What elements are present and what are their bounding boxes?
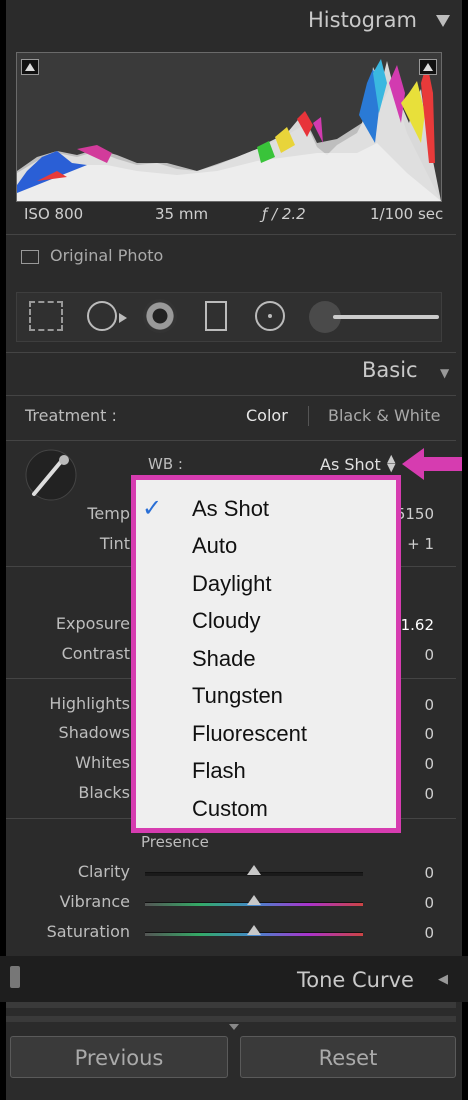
contrast-label: Contrast (61, 644, 130, 663)
graduated-filter-icon[interactable] (205, 301, 227, 331)
wb-dropdown[interactable]: As Shot (320, 455, 381, 474)
previous-button[interactable]: Previous (10, 1036, 228, 1078)
wb-menu-item-cloudy[interactable]: Cloudy (192, 608, 260, 634)
slider-knob[interactable] (247, 925, 261, 935)
shadow-clipping-icon[interactable] (21, 59, 39, 75)
divider (6, 352, 456, 353)
presence-label: Presence (141, 833, 209, 851)
exposure-label: Exposure (55, 614, 130, 633)
temp-label: Temp (87, 504, 130, 523)
tone-curve-title[interactable]: Tone Curve (297, 968, 414, 992)
tint-label: Tint (99, 534, 130, 553)
dropdown-arrows-icon[interactable]: ▲ ▼ (387, 453, 395, 473)
spot-removal-icon[interactable] (87, 301, 117, 331)
histogram-curve (17, 59, 441, 201)
vibrance-slider[interactable] (145, 895, 363, 906)
wb-label: WB : (148, 455, 183, 473)
wb-menu-item-flash[interactable]: Flash (192, 758, 246, 784)
reset-button[interactable]: Reset (240, 1036, 456, 1078)
treatment-color-option[interactable]: Color (246, 406, 288, 425)
divider (308, 406, 309, 426)
focal-length-value: 35 mm (155, 205, 209, 223)
spot-arrow-icon (119, 313, 127, 323)
divider (6, 234, 456, 235)
wb-menu-item-auto[interactable]: Auto (192, 533, 237, 559)
clarity-slider[interactable] (145, 865, 363, 876)
divider (6, 1002, 456, 1008)
saturation-value[interactable]: 0 (394, 924, 434, 942)
iso-value: ISO 800 (24, 205, 84, 223)
saturation-slider[interactable] (145, 925, 363, 936)
wb-menu-item-daylight[interactable]: Daylight (192, 571, 271, 597)
collapse-triangle-icon[interactable]: ▼ (440, 366, 449, 380)
blacks-label: Blacks (78, 783, 130, 802)
collapse-triangle-icon[interactable] (229, 1024, 239, 1030)
wb-menu-item-shade[interactable]: Shade (192, 646, 256, 672)
saturation-label: Saturation (46, 922, 130, 941)
brush-slider[interactable] (333, 315, 439, 319)
divider (6, 395, 456, 396)
slider-knob[interactable] (247, 895, 261, 905)
checkmark-icon: ✓ (142, 494, 163, 522)
crop-tool-icon[interactable] (29, 301, 63, 331)
histogram-graph (16, 52, 442, 202)
wb-menu-item-as-shot[interactable]: As Shot (192, 496, 269, 522)
original-photo-checkbox[interactable] (21, 250, 39, 264)
clarity-label: Clarity (77, 862, 130, 881)
wb-menu-item-fluorescent[interactable]: Fluorescent (192, 721, 307, 747)
original-photo-label: Original Photo (50, 246, 164, 265)
shutter-speed-value: 1/100 sec (370, 205, 444, 223)
vibrance-value[interactable]: 0 (394, 894, 434, 912)
whites-label: Whites (75, 753, 130, 772)
divider (6, 440, 456, 441)
panel-toggle-icon[interactable] (10, 966, 20, 988)
wb-menu-item-tungsten[interactable]: Tungsten (192, 683, 283, 709)
histogram-title[interactable]: Histogram (308, 8, 417, 32)
slider-knob[interactable] (247, 865, 261, 875)
shadows-label: Shadows (58, 723, 130, 742)
callout-arrow-icon (402, 448, 462, 480)
aperture-value: ƒ / 2.2 (262, 205, 306, 223)
treatment-label: Treatment : (25, 406, 117, 425)
highlights-label: Highlights (49, 694, 130, 713)
red-eye-icon[interactable] (143, 299, 177, 333)
eyedropper-icon[interactable] (24, 448, 78, 502)
radial-filter-icon[interactable] (255, 301, 285, 331)
highlight-clipping-icon[interactable] (419, 59, 437, 75)
clarity-value[interactable]: 0 (394, 864, 434, 882)
basic-title[interactable]: Basic (362, 358, 418, 382)
vibrance-label: Vibrance (59, 892, 130, 911)
tool-strip (16, 292, 442, 342)
expand-triangle-icon[interactable]: ◀ (438, 972, 448, 987)
collapse-triangle-icon[interactable] (436, 15, 450, 27)
treatment-bw-option[interactable]: Black & White (328, 406, 440, 425)
divider (6, 1016, 456, 1022)
wb-menu-item-custom[interactable]: Custom (192, 796, 268, 822)
wb-dropdown-menu: ✓ As Shot Auto Daylight Cloudy Shade Tun… (131, 475, 401, 833)
